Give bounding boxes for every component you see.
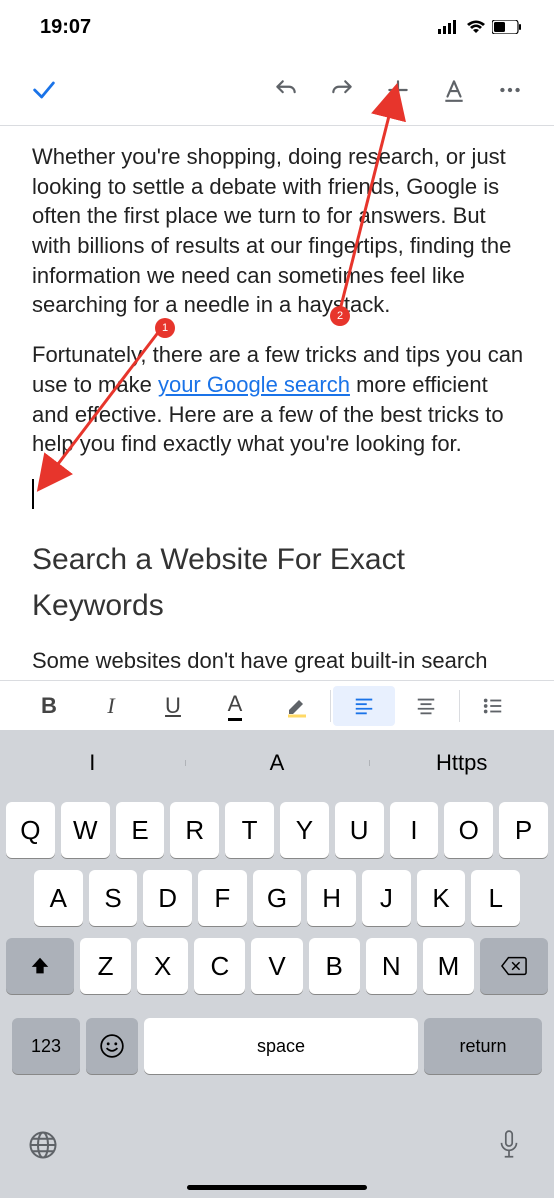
text-cursor-line[interactable] xyxy=(32,479,526,509)
document-body[interactable]: Whether you're shopping, doing research,… xyxy=(0,126,554,676)
key-d[interactable]: D xyxy=(143,870,192,926)
mic-icon xyxy=(496,1129,522,1161)
keyboard: I A Https Q W E R T Y U I O P A S D F G … xyxy=(0,730,554,1198)
globe-key[interactable] xyxy=(28,1130,58,1165)
status-time: 19:07 xyxy=(40,16,91,39)
battery-icon xyxy=(492,20,522,34)
more-button[interactable] xyxy=(486,66,534,114)
key-x[interactable]: X xyxy=(137,938,188,994)
list-icon xyxy=(482,695,504,717)
key-y[interactable]: Y xyxy=(280,802,329,858)
align-center-icon xyxy=(415,695,437,717)
key-row-4: 123 space return xyxy=(6,1018,548,1074)
underline-button[interactable]: U xyxy=(142,686,204,726)
status-bar: 19:07 xyxy=(0,0,554,54)
key-g[interactable]: G xyxy=(253,870,302,926)
key-s[interactable]: S xyxy=(89,870,138,926)
key-j[interactable]: J xyxy=(362,870,411,926)
backspace-icon xyxy=(501,955,527,977)
align-left-icon xyxy=(353,695,375,717)
editor-toolbar xyxy=(0,54,554,126)
key-row-1: Q W E R T Y U I O P xyxy=(6,802,548,858)
paragraph-2[interactable]: Fortunately, there are a few tricks and … xyxy=(32,340,526,459)
redo-button[interactable] xyxy=(318,66,366,114)
paragraph-1[interactable]: Whether you're shopping, doing research,… xyxy=(32,142,526,320)
key-row-3: Z X C V B N M xyxy=(6,938,548,994)
key-q[interactable]: Q xyxy=(6,802,55,858)
key-i[interactable]: I xyxy=(390,802,439,858)
accept-button[interactable] xyxy=(20,66,68,114)
key-w[interactable]: W xyxy=(61,802,110,858)
key-a[interactable]: A xyxy=(34,870,83,926)
key-p[interactable]: P xyxy=(499,802,548,858)
text-style-button[interactable] xyxy=(430,66,478,114)
suggestion-3[interactable]: Https xyxy=(369,750,554,776)
key-m[interactable]: M xyxy=(423,938,474,994)
wifi-icon xyxy=(466,20,486,34)
space-key[interactable]: space xyxy=(144,1018,418,1074)
suggestion-row: I A Https xyxy=(0,730,554,796)
text-style-icon xyxy=(441,77,467,103)
emoji-icon xyxy=(99,1033,125,1059)
checkmark-icon xyxy=(30,76,58,104)
globe-icon xyxy=(28,1130,58,1160)
undo-icon xyxy=(273,77,299,103)
format-separator xyxy=(330,690,331,722)
align-center-button[interactable] xyxy=(395,686,457,726)
highlight-button[interactable] xyxy=(266,686,328,726)
annotation-badge-2: 2 xyxy=(330,306,350,326)
key-h[interactable]: H xyxy=(307,870,356,926)
redo-icon xyxy=(329,77,355,103)
shift-key[interactable] xyxy=(6,938,74,994)
home-indicator[interactable] xyxy=(187,1185,367,1190)
key-c[interactable]: C xyxy=(194,938,245,994)
key-n[interactable]: N xyxy=(366,938,417,994)
key-b[interactable]: B xyxy=(309,938,360,994)
emoji-key[interactable] xyxy=(86,1018,138,1074)
google-search-link[interactable]: your Google search xyxy=(158,372,350,397)
key-u[interactable]: U xyxy=(335,802,384,858)
dictation-key[interactable] xyxy=(496,1129,522,1166)
plus-icon xyxy=(385,77,411,103)
key-t[interactable]: T xyxy=(225,802,274,858)
insert-button[interactable] xyxy=(374,66,422,114)
numeric-key[interactable]: 123 xyxy=(12,1018,80,1074)
key-z[interactable]: Z xyxy=(80,938,131,994)
bulleted-list-button[interactable] xyxy=(462,686,524,726)
paragraph-3[interactable]: Some websites don't have great built-in … xyxy=(32,646,526,676)
ellipsis-icon xyxy=(497,77,523,103)
key-l[interactable]: L xyxy=(471,870,520,926)
key-r[interactable]: R xyxy=(170,802,219,858)
format-separator-2 xyxy=(459,690,460,722)
cellular-icon xyxy=(438,20,460,34)
highlighter-icon xyxy=(285,694,309,718)
text-cursor xyxy=(32,479,34,509)
key-f[interactable]: F xyxy=(198,870,247,926)
align-left-button[interactable] xyxy=(333,686,395,726)
key-row-2: A S D F G H J K L xyxy=(6,870,548,926)
undo-button[interactable] xyxy=(262,66,310,114)
return-key[interactable]: return xyxy=(424,1018,542,1074)
suggestion-2[interactable]: A xyxy=(185,750,370,776)
bold-button[interactable]: B xyxy=(18,686,80,726)
format-toolbar: B I U A xyxy=(0,680,554,730)
backspace-key[interactable] xyxy=(480,938,548,994)
heading-search-website[interactable]: Search a Website For Exact Keywords xyxy=(32,537,526,630)
suggestion-1[interactable]: I xyxy=(0,750,185,776)
key-k[interactable]: K xyxy=(417,870,466,926)
key-v[interactable]: V xyxy=(251,938,302,994)
key-e[interactable]: E xyxy=(116,802,165,858)
text-color-button[interactable]: A xyxy=(204,686,266,726)
annotation-badge-1: 1 xyxy=(155,318,175,338)
key-o[interactable]: O xyxy=(444,802,493,858)
shift-icon xyxy=(29,955,51,977)
italic-button[interactable]: I xyxy=(80,686,142,726)
status-icons xyxy=(438,20,522,34)
